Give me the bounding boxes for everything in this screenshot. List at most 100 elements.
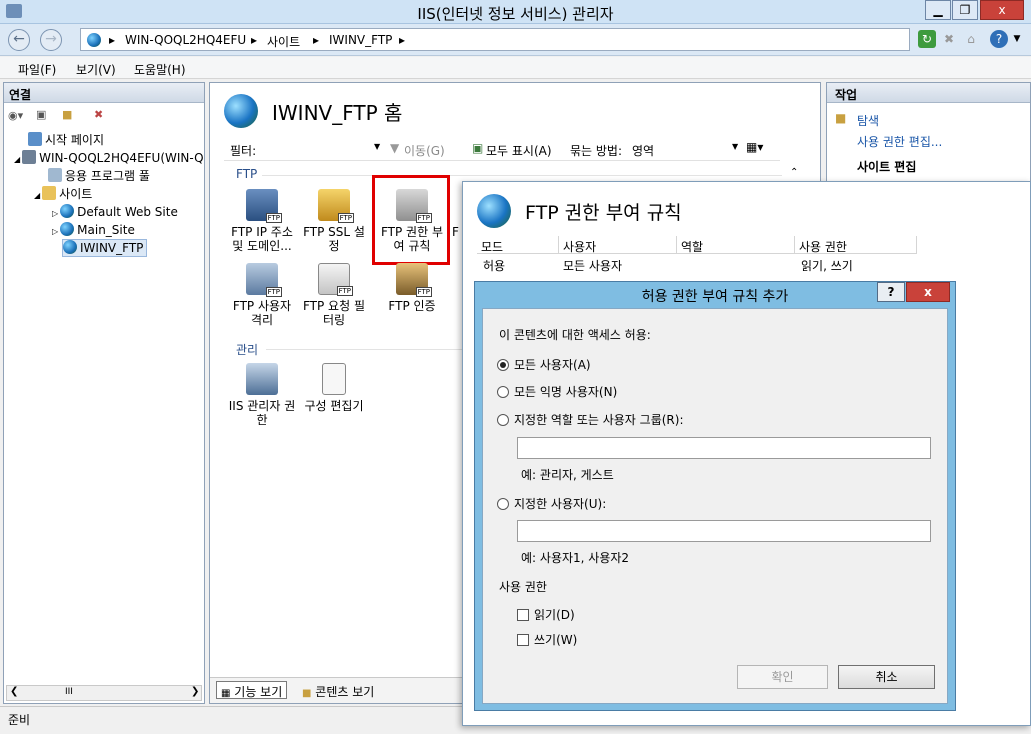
radio-specific-users[interactable]: 지정한 사용자(U): xyxy=(497,495,606,512)
ftp-ssl-tile[interactable]: FTP FTP SSL 설정 xyxy=(298,189,370,253)
cancel-button[interactable]: 취소 xyxy=(838,665,935,689)
dialog-title-bar: 허용 권한 부여 규칙 추가 ? x xyxy=(475,282,955,306)
up-folder-icon[interactable]: ■ xyxy=(62,108,72,121)
crumb-separator: ▸ xyxy=(399,33,406,47)
tree-item-start-page[interactable]: 시작 페이지 xyxy=(28,131,104,149)
scroll-right-icon[interactable]: ❯ xyxy=(191,686,199,697)
server-icon xyxy=(22,150,37,164)
disconnect-icon[interactable]: ✖ xyxy=(94,108,103,121)
minimize-button[interactable]: ▁ xyxy=(925,0,951,20)
column-header-mode[interactable]: 모드 xyxy=(477,236,559,254)
ok-button[interactable]: 확인 xyxy=(737,665,828,689)
checkbox-read[interactable]: 읽기(D) xyxy=(517,606,575,623)
users-input[interactable] xyxy=(517,520,931,542)
site-globe-icon xyxy=(224,94,258,128)
refresh-icon[interactable]: ↻ xyxy=(918,30,936,48)
truncated-tile-text: F1 xyxy=(452,225,460,239)
lock-icon: FTP xyxy=(318,189,354,223)
column-header-user[interactable]: 사용자 xyxy=(559,236,677,254)
menu-view[interactable]: 보기(V) xyxy=(76,61,116,78)
view-mode-icon[interactable]: ▦▾ xyxy=(746,140,763,154)
tree-item-sites[interactable]: ◢ 사이트 xyxy=(34,185,92,203)
iis-manager-permissions-tile[interactable]: IIS 관리자 권한 xyxy=(226,363,298,427)
save-icon[interactable]: ▣ xyxy=(36,108,46,121)
connect-icon[interactable]: ◉▾ xyxy=(8,109,23,122)
rule-permissions: 읽기, 쓰기 xyxy=(801,259,853,273)
edit-permissions-link[interactable]: 사용 권한 편집... xyxy=(857,133,942,150)
globe-icon xyxy=(63,240,77,254)
expand-icon[interactable]: ◢ xyxy=(14,155,20,164)
explore-link[interactable]: 탐색 xyxy=(857,112,879,129)
help-icon[interactable]: ? xyxy=(990,30,1008,48)
title-bar: IIS(인터넷 정보 서비스) 관리자 ▁ ❐ x xyxy=(0,0,1031,24)
back-button[interactable]: ← xyxy=(8,29,30,51)
start-page-icon xyxy=(28,132,42,146)
radio-users-indicator[interactable] xyxy=(497,498,509,510)
checkbox-write-box[interactable] xyxy=(517,634,529,646)
funnel-icon: ▼ xyxy=(390,141,400,155)
ftp-request-filtering-tile[interactable]: FTP FTP 요청 필터링 xyxy=(298,263,370,327)
dialog-close-button[interactable]: x xyxy=(906,282,950,302)
dialog-body: 이 콘텐츠에 대한 액세스 허용: 모든 사용자(A) 모든 익명 사용자(N)… xyxy=(482,308,948,704)
crumb-sites[interactable]: 사이트 xyxy=(267,33,300,50)
configuration-editor-tile[interactable]: 구성 편집기 xyxy=(298,363,370,413)
permissions-label: 사용 권한 xyxy=(499,580,547,594)
radio-roles-indicator[interactable] xyxy=(497,414,509,426)
users-example: 예: 사용자1, 사용자2 xyxy=(521,551,630,565)
collapse-icon[interactable]: ⌃ xyxy=(790,167,798,178)
checkbox-write[interactable]: 쓰기(W) xyxy=(517,631,577,648)
expand-icon[interactable]: ◢ xyxy=(34,191,40,200)
show-all-button[interactable]: 모두 표시(A) xyxy=(486,142,552,159)
address-field[interactable]: ▸ WIN-QOQL2HQ4EFU ▸ 사이트 ▸ IWINV_FTP ▸ xyxy=(80,28,910,51)
roles-input[interactable] xyxy=(517,437,931,459)
radio-anonymous-users[interactable]: 모든 익명 사용자(N) xyxy=(497,383,617,400)
close-button[interactable]: x xyxy=(980,0,1024,20)
expand-icon[interactable]: ▷ xyxy=(52,209,58,218)
filter-input[interactable] xyxy=(272,140,384,158)
horizontal-scrollbar[interactable]: ❮ III ❯ xyxy=(6,685,202,701)
ftp-user-isolation-tile[interactable]: FTP FTP 사용자 격리 xyxy=(226,263,298,327)
roles-example: 예: 관리자, 게스트 xyxy=(521,468,614,482)
crumb-site[interactable]: IWINV_FTP xyxy=(329,33,392,47)
forward-button[interactable]: → xyxy=(40,29,62,51)
ftp-authorization-rules-tile[interactable]: FTP FTP 권한 부여 규칙 xyxy=(376,189,448,253)
chevron-down-icon[interactable]: ▼ xyxy=(374,142,380,151)
ftp-ip-domain-tile[interactable]: FTP FTP IP 주소 및 도메인... xyxy=(226,189,298,253)
ftp-authentication-tile[interactable]: FTP FTP 인증 xyxy=(376,263,448,313)
tree-item-default-web-site[interactable]: ▷ Default Web Site xyxy=(52,204,178,222)
restore-button[interactable]: ❐ xyxy=(952,0,978,20)
column-header-role[interactable]: 역할 xyxy=(677,236,795,254)
chevron-down-icon[interactable]: ▼ xyxy=(732,142,738,151)
key-icon: FTP xyxy=(396,189,432,223)
home-icon[interactable]: ⌂ xyxy=(962,30,980,48)
tab-content-view[interactable]: ■ 콘텐츠 보기 xyxy=(298,682,378,700)
chevron-down-icon[interactable]: ▼ xyxy=(1008,30,1026,48)
app-pool-icon xyxy=(48,168,62,182)
tree-item-iwinv-ftp[interactable]: IWINV_FTP xyxy=(62,239,148,257)
tab-features-view[interactable]: ▦ 기능 보기 xyxy=(216,681,288,699)
globe-icon xyxy=(87,33,101,47)
go-button[interactable]: 이동(G) xyxy=(404,142,445,159)
radio-roles-groups[interactable]: 지정한 역할 또는 사용자 그룹(R): xyxy=(497,411,683,428)
expand-icon[interactable]: ▷ xyxy=(52,227,58,236)
radio-all-users-indicator[interactable] xyxy=(497,359,509,371)
column-header-permissions[interactable]: 사용 권한 xyxy=(795,236,917,254)
checkbox-read-box[interactable] xyxy=(517,609,529,621)
radio-anonymous-indicator[interactable] xyxy=(497,386,509,398)
scroll-thumb[interactable]: III xyxy=(65,687,73,697)
tree-item-app-pools[interactable]: 응용 프로그램 풀 xyxy=(48,167,150,185)
tree-item-server[interactable]: ◢ WIN-QOQL2HQ4EFU(WIN-Q xyxy=(14,150,204,168)
group-by-select[interactable]: 영역 xyxy=(632,142,654,159)
show-all-icon[interactable]: ▣ xyxy=(472,141,483,155)
explore-icon: ■ xyxy=(835,111,847,125)
tree-item-main-site[interactable]: ▷ Main_Site xyxy=(52,222,135,240)
scroll-left-icon[interactable]: ❮ xyxy=(10,686,18,697)
menu-file[interactable]: 파일(F) xyxy=(18,61,56,78)
menu-help[interactable]: 도움말(H) xyxy=(134,61,186,78)
crumb-server[interactable]: WIN-QOQL2HQ4EFU xyxy=(125,33,246,47)
filter-label: 필터: xyxy=(230,144,257,158)
stop-icon[interactable]: ✖ xyxy=(940,30,958,48)
radio-all-users[interactable]: 모든 사용자(A) xyxy=(497,356,591,373)
dialog-help-button[interactable]: ? xyxy=(877,282,905,302)
table-row[interactable]: 허용 모든 사용자 읽기, 쓰기 xyxy=(477,255,917,273)
